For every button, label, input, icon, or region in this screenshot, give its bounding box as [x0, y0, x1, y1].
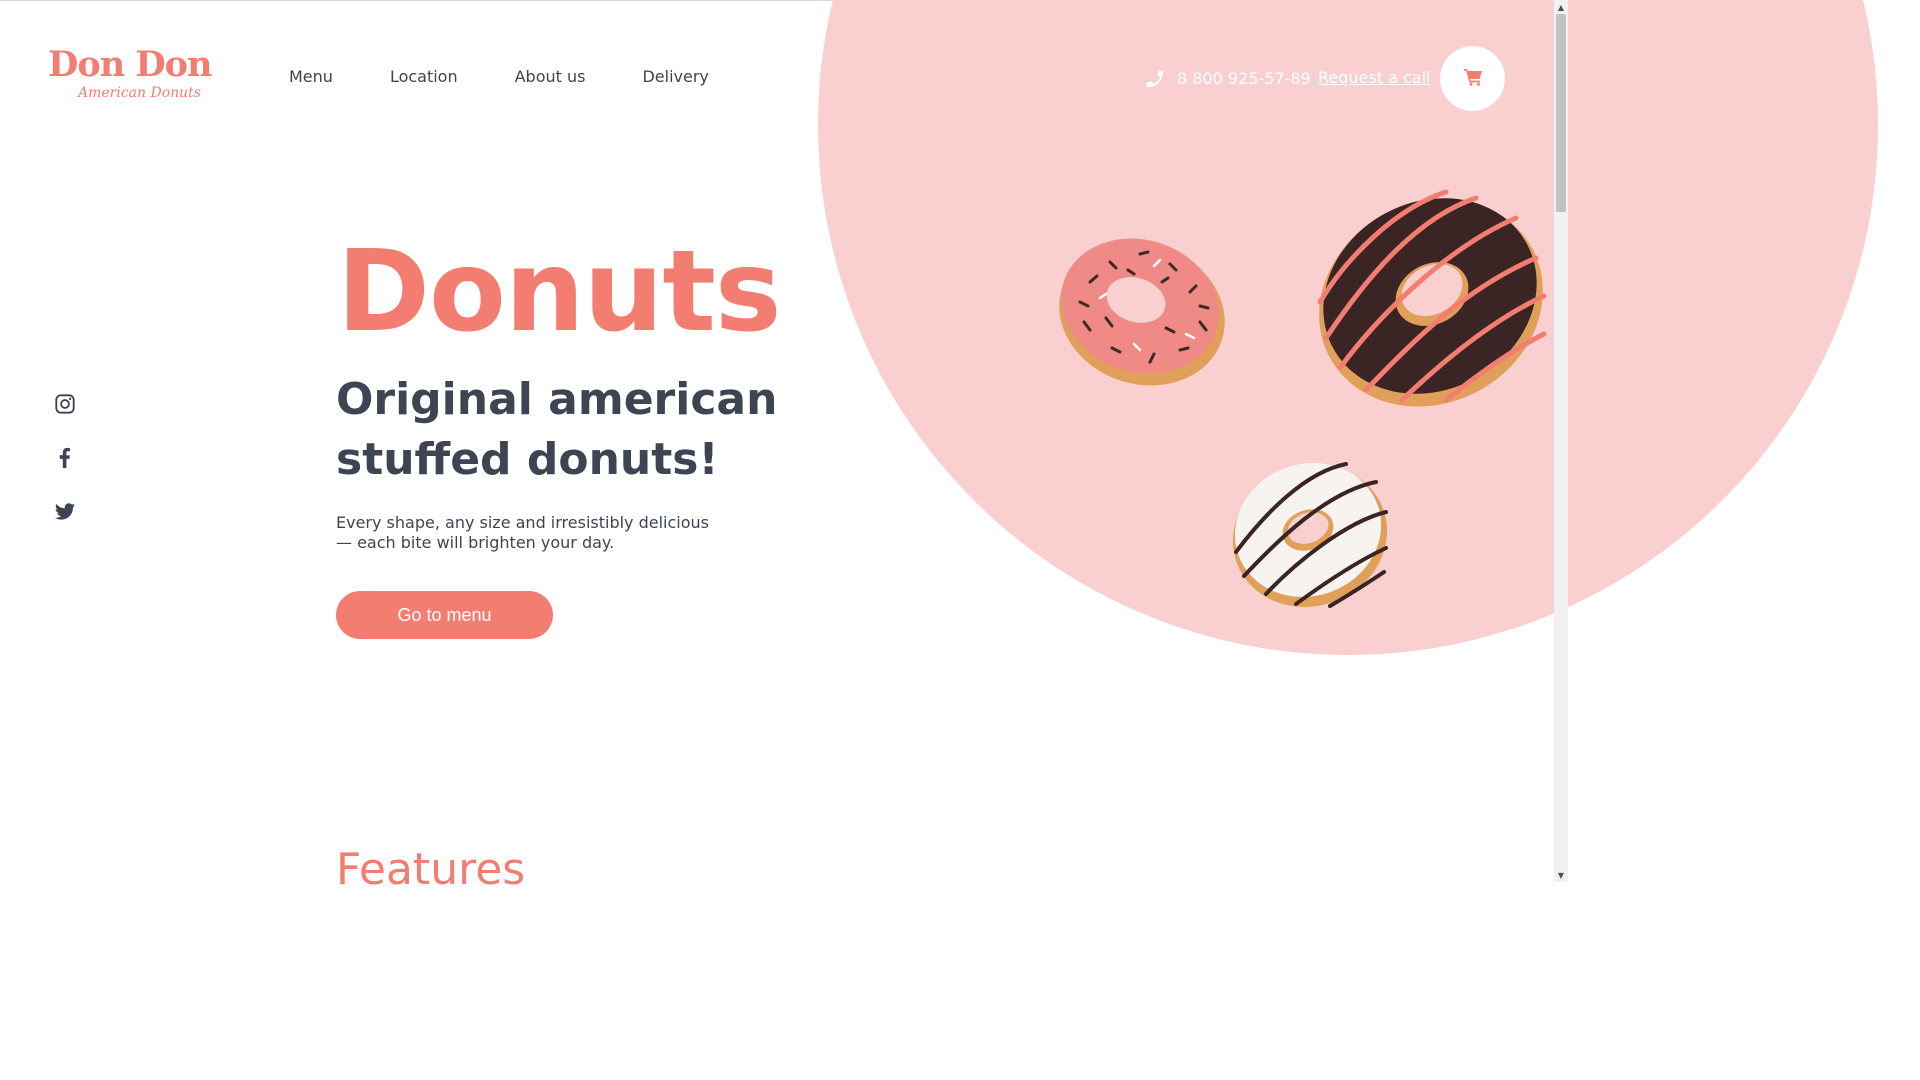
nav-item-about-us[interactable]: About us — [515, 67, 586, 86]
brand-tagline: American Donuts — [78, 85, 201, 101]
phone-number[interactable]: 8 800 925-57-89 — [1177, 69, 1311, 88]
features-heading: Features — [336, 844, 526, 895]
scroll-thumb[interactable] — [1556, 14, 1566, 212]
white-chocolate-donut-image — [1232, 462, 1388, 608]
request-call-link[interactable]: Request a call — [1318, 68, 1430, 87]
cart-button[interactable] — [1440, 46, 1505, 111]
chocolate-drizzle-donut-image — [1317, 189, 1547, 407]
phone-icon — [1144, 68, 1166, 90]
scroll-up-icon[interactable]: ▲ — [1554, 0, 1568, 14]
go-to-menu-button[interactable]: Go to menu — [336, 591, 553, 639]
hero-subtitle: Original american stuffed donuts! — [336, 374, 778, 485]
nav-item-location[interactable]: Location — [390, 67, 458, 86]
main-nav: Menu Location About us Delivery — [289, 67, 766, 86]
twitter-icon[interactable] — [54, 501, 76, 523]
nav-item-delivery[interactable]: Delivery — [642, 67, 708, 86]
pink-sprinkle-donut-image — [1059, 238, 1225, 386]
brand-name: Don Don — [48, 44, 212, 85]
page-scrollbar[interactable]: ▲ ▼ — [1554, 0, 1568, 882]
facebook-icon[interactable] — [54, 447, 76, 469]
nav-item-menu[interactable]: Menu — [289, 67, 333, 86]
scroll-down-icon[interactable]: ▼ — [1554, 868, 1568, 882]
cart-icon — [1463, 68, 1483, 90]
brand-logo[interactable]: Don Don American Donuts — [48, 44, 228, 108]
hero-description: Every shape, any size and irresistibly d… — [336, 513, 710, 552]
hero-title: Donuts — [337, 227, 782, 357]
instagram-icon[interactable] — [54, 393, 76, 415]
